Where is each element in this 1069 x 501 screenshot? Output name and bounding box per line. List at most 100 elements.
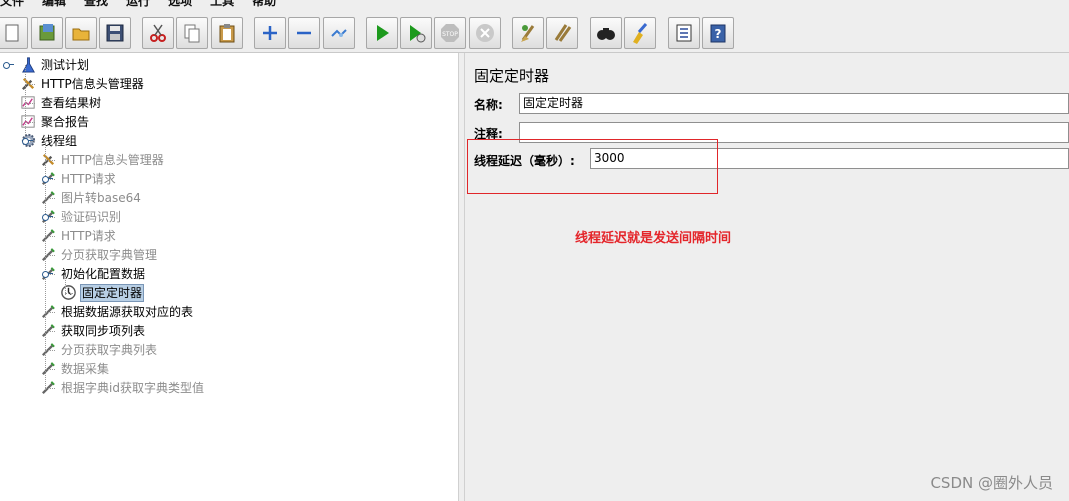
templates-button[interactable]	[31, 17, 63, 49]
menu-item-2[interactable]: 查找	[84, 0, 108, 9]
search-button[interactable]	[590, 17, 622, 49]
tree-expand-toggle[interactable]	[22, 137, 33, 145]
new-button[interactable]	[0, 17, 28, 49]
start-no-pause-button[interactable]	[400, 17, 432, 49]
tree-connector	[45, 369, 55, 370]
stop-button[interactable]: STOP	[434, 17, 466, 49]
tree-expand-toggle[interactable]	[42, 175, 53, 183]
annotation-text: 线程延迟就是发送间隔时间	[575, 231, 732, 246]
tree-connector	[45, 160, 55, 161]
collapse-icon	[297, 31, 311, 35]
help-button[interactable]: ?	[702, 17, 734, 49]
tree-node-label: 根据字典id获取字典类型值	[61, 380, 204, 395]
templates-icon	[39, 24, 55, 41]
reset-search-button[interactable]	[624, 17, 656, 49]
paste-button[interactable]	[211, 17, 243, 49]
tree-node[interactable]: 测试计划	[19, 55, 90, 74]
function-helper-icon	[676, 24, 692, 42]
highlight-box	[467, 139, 718, 194]
tree-node-label: 图片转base64	[61, 190, 141, 205]
tree-node-label: 分页获取字典列表	[61, 342, 158, 357]
tree-node-label: HTTP请求	[61, 228, 116, 243]
reset-search-icon	[633, 23, 648, 44]
svg-text:?: ?	[715, 27, 722, 41]
menu-item-6[interactable]: 帮助	[252, 0, 276, 9]
clear-button[interactable]	[512, 17, 544, 49]
watermark: CSDN @圈外人员	[930, 474, 1053, 492]
tree-node[interactable]: 根据字典id获取字典类型值	[39, 378, 205, 397]
tree-node-label: 初始化配置数据	[61, 266, 146, 281]
clear-all-icon	[554, 24, 572, 42]
svg-text:STOP: STOP	[442, 31, 458, 38]
tree-node[interactable]: 分页获取字典列表	[39, 340, 158, 359]
expand-button[interactable]	[254, 17, 286, 49]
expand-icon	[263, 26, 277, 40]
tree-node[interactable]: HTTP信息头管理器	[39, 150, 165, 169]
tree-node[interactable]: 获取同步项列表	[39, 321, 146, 340]
tree-node-label: 测试计划	[41, 57, 90, 72]
save-button[interactable]	[99, 17, 131, 49]
tree-node[interactable]: 根据数据源获取对应的表	[39, 302, 194, 321]
clear-all-button[interactable]	[546, 17, 578, 49]
menu-item-5[interactable]: 工具	[210, 0, 234, 9]
split-pane-divider[interactable]	[458, 53, 465, 501]
tree-node-label: 分页获取字典管理	[61, 247, 158, 262]
tree-connector	[45, 312, 55, 313]
tree-connector	[45, 350, 55, 351]
menu-item-1[interactable]: 编辑	[42, 0, 66, 9]
cut-icon	[150, 24, 166, 42]
cut-button[interactable]	[142, 17, 174, 49]
tree-node[interactable]: 分页获取字典管理	[39, 245, 158, 264]
toolbar: STOP?	[0, 9, 1069, 53]
tree-node-label: 数据采集	[61, 361, 110, 376]
menu-item-0[interactable]: 文件	[0, 0, 24, 9]
name-field[interactable]: 固定定时器	[519, 93, 1069, 114]
tree-connector	[45, 255, 55, 256]
tree-connector	[65, 293, 75, 294]
help-icon: ?	[710, 24, 726, 43]
menu-item-4[interactable]: 选项	[168, 0, 192, 9]
timer-panel: 固定定时器 名称: 固定定时器 注释: 线程延迟（毫秒）: 3000 线程延迟就…	[465, 53, 1069, 501]
stop-icon: STOP	[441, 24, 459, 42]
tree-node-label: 查看结果树	[41, 95, 102, 110]
copy-button[interactable]	[176, 17, 208, 49]
copy-icon	[184, 24, 200, 43]
name-label: 名称:	[474, 98, 503, 112]
open-icon	[72, 28, 90, 41]
tree-node-label: 验证码识别	[61, 209, 122, 224]
tree-connector	[45, 388, 55, 389]
panel-title: 固定定时器	[474, 67, 550, 85]
menu-item-3[interactable]: 运行	[126, 0, 150, 9]
open-button[interactable]	[65, 17, 97, 49]
menu-bar: 文件 编辑 查找 运行 选项 工具 帮助	[0, 0, 1069, 9]
new-icon	[5, 24, 19, 42]
toggle-icon	[331, 29, 347, 37]
function-helper-button[interactable]	[668, 17, 700, 49]
tree-connector	[25, 103, 35, 104]
tree-node-label: 获取同步项列表	[61, 323, 146, 338]
save-icon	[106, 24, 124, 42]
start-button[interactable]	[366, 17, 398, 49]
tree-node-label: 聚合报告	[41, 114, 90, 129]
tree-expand-toggle[interactable]	[42, 270, 53, 278]
tree-node-label: HTTP信息头管理器	[61, 152, 164, 167]
tree-node[interactable]: 初始化配置数据	[39, 264, 146, 283]
tree-connector	[45, 236, 55, 237]
clear-icon	[521, 25, 535, 42]
shutdown-button[interactable]	[469, 17, 501, 49]
collapse-button[interactable]	[288, 17, 320, 49]
search-icon	[597, 28, 615, 40]
tree-node-label: HTTP信息头管理器	[41, 76, 144, 91]
tree-connector	[25, 122, 35, 123]
start-no-pause-icon	[410, 25, 426, 43]
tree-node-label: 根据数据源获取对应的表	[61, 304, 194, 319]
start-icon	[377, 25, 389, 41]
tree-node[interactable]: HTTP信息头管理器	[19, 74, 145, 93]
tree-expand-toggle[interactable]	[3, 61, 14, 69]
tree-node-label: HTTP请求	[61, 171, 116, 186]
tree-connector	[45, 198, 55, 199]
shutdown-icon	[476, 24, 494, 42]
tree-expand-toggle[interactable]	[42, 213, 53, 221]
tree-connector	[25, 84, 35, 85]
toggle-button[interactable]	[323, 17, 355, 49]
